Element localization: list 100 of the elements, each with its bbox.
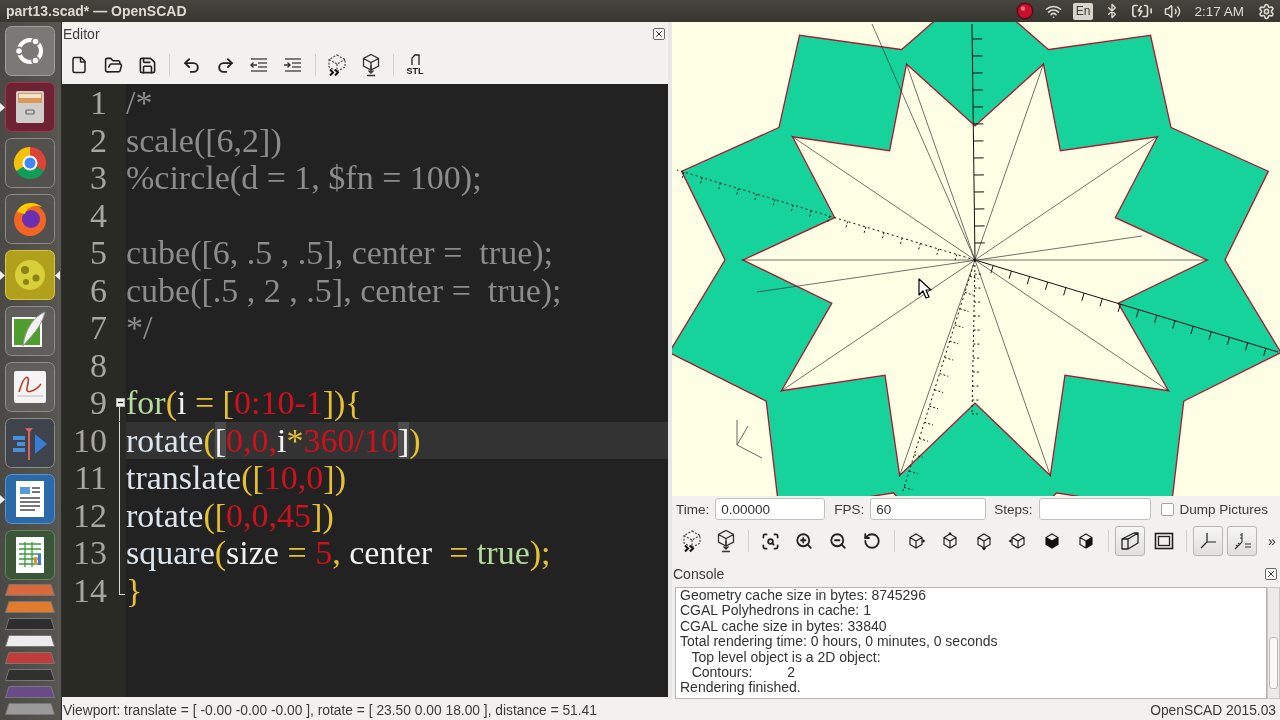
arrows-icon[interactable] <box>5 418 55 468</box>
console-title: Console <box>673 565 725 582</box>
globe-icon[interactable] <box>5 194 55 244</box>
feather-icon[interactable] <box>5 306 55 356</box>
code-line[interactable]: rotate([0,0,45]) <box>126 496 668 534</box>
document-corner-icon <box>409 54 421 66</box>
volume-icon[interactable] <box>1164 2 1182 20</box>
collapsed-launcher-icon[interactable] <box>5 703 55 715</box>
code-line[interactable]: } <box>126 571 668 609</box>
console-line: Contours: 2 <box>690 665 797 681</box>
collapsed-launcher-icon[interactable] <box>5 618 55 630</box>
nested-rectangle-icon <box>1154 532 1174 550</box>
code-line[interactable]: %circle(d = 1, $fn = 100); <box>126 159 668 197</box>
steps-label: Steps: <box>994 501 1033 517</box>
time-field[interactable]: 0.00000 <box>715 498 826 520</box>
line-number: 9 <box>89 384 108 422</box>
time-label: Time: <box>676 501 710 517</box>
line-number: 1 <box>89 84 108 122</box>
close-icon <box>654 29 664 39</box>
spreadsheet-icon[interactable] <box>5 530 55 580</box>
code-line[interactable]: scale([6,2]) <box>126 121 668 159</box>
export-stl-button[interactable]: STL <box>400 50 430 80</box>
console-scrollbar[interactable] <box>1267 587 1280 699</box>
rotate-arrow-icon <box>863 532 881 550</box>
save-icon <box>137 55 157 75</box>
close-button[interactable] <box>1265 567 1277 580</box>
code-line[interactable]: for(i = [0:10-1]){ <box>126 384 668 422</box>
console-line: Geometry cache size in bytes: 8745296 <box>680 588 927 604</box>
cube-arrow-icon <box>715 529 737 553</box>
keyboard-layout-indicator[interactable]: En <box>1072 2 1094 20</box>
close-button[interactable] <box>653 28 665 40</box>
code-editor[interactable] <box>62 84 668 697</box>
line-number: 11 <box>73 459 108 497</box>
line-number: 6 <box>89 271 108 309</box>
document-icon <box>70 56 88 74</box>
console-line: Total rendering time: 0 hours, 0 minutes, 0 seconds <box>680 634 999 650</box>
model-viewport-drawing[interactable] <box>672 22 1280 496</box>
zoom-in-icon <box>795 532 813 550</box>
viewport-status: Viewport: translate = [ -0.00 -0.00 -0.00 ], rotate = [ 23.50 0.00 18.00 ], distance = 51.41 <box>63 702 597 718</box>
gear-icon[interactable] <box>1258 2 1275 20</box>
cube-view-icon <box>940 531 960 551</box>
indent-icon <box>283 57 303 73</box>
ring-logo-icon[interactable] <box>5 26 55 76</box>
fps-field[interactable]: 60 <box>870 498 987 520</box>
toolbar-overflow-button[interactable]: » <box>1265 529 1279 553</box>
line-number: 2 <box>89 121 108 159</box>
cube-arrow-icon <box>360 53 382 77</box>
scale-markers-button[interactable] <box>1227 526 1257 556</box>
code-line[interactable]: translate([10,0]) <box>126 459 668 497</box>
cube-view-icon <box>906 531 926 551</box>
code-line[interactable]: */ <box>126 309 668 347</box>
line-number: 12 <box>72 496 108 534</box>
dashed-cube-icon <box>326 53 348 77</box>
version-label: OpenSCAD 2015.03 <box>1150 702 1276 718</box>
record-dot-icon[interactable] <box>1015 2 1034 20</box>
window-title: part13.scad* — OpenSCAD <box>6 3 187 19</box>
code-line[interactable]: cube([.5 , 2 , .5], center = true); <box>126 271 668 309</box>
axes-indicator-icon <box>736 419 763 459</box>
line-number: 14 <box>72 571 108 609</box>
cube-view-icon <box>1008 531 1028 551</box>
collapsed-launcher-icon[interactable] <box>5 669 55 681</box>
console-line: Top level object is a 2D object: <box>690 649 882 666</box>
text-document-icon[interactable] <box>5 474 55 524</box>
minus-box-icon[interactable] <box>115 398 125 408</box>
cube-view-icon <box>1042 531 1062 551</box>
cube-view-icon <box>974 531 994 551</box>
console-line: CGAL Polyhedrons in cache: 1 <box>680 603 872 619</box>
mouse-pointer-icon <box>918 278 932 299</box>
zoom-out-icon <box>829 532 847 550</box>
code-line[interactable]: /* <box>126 84 668 122</box>
fps-label: FPS: <box>834 501 865 517</box>
unindent-icon <box>249 57 269 73</box>
line-number: 3 <box>89 159 108 197</box>
perspective-box-icon <box>1120 531 1140 551</box>
line-number: 7 <box>89 309 108 347</box>
line-number: 8 <box>89 346 108 384</box>
zoom-fit-icon <box>760 531 780 551</box>
undo-icon <box>181 55 201 75</box>
line-number: 13 <box>72 534 108 572</box>
dump-pictures-checkbox[interactable] <box>1160 502 1174 516</box>
line-number: 5 <box>89 234 108 272</box>
line-number: 4 <box>89 196 108 234</box>
cube-view-icon <box>1076 531 1096 551</box>
dashed-cube-icon <box>681 529 703 553</box>
scaled-axes-icon <box>1232 531 1252 551</box>
file-cabinet-icon[interactable] <box>5 82 55 132</box>
show-axes-button[interactable] <box>1193 526 1223 556</box>
code-line[interactable]: cube([6, .5 , .5], center = true); <box>126 234 668 272</box>
signature-document-icon[interactable] <box>5 362 55 412</box>
scrollbar-thumb[interactable] <box>1269 637 1278 689</box>
perspective-button[interactable] <box>1115 526 1145 556</box>
dump-pictures-label[interactable]: Dump Pictures <box>1179 501 1269 517</box>
collapsed-launcher-icon[interactable] <box>5 601 55 613</box>
collapsed-launcher-icon[interactable] <box>5 635 55 647</box>
folder-icon <box>103 55 123 75</box>
close-icon <box>1266 568 1276 579</box>
steps-field[interactable] <box>1038 498 1151 520</box>
editor-title: Editor <box>63 26 100 42</box>
clock[interactable]: 2:17 AM <box>1194 3 1244 19</box>
code-line[interactable]: square(size = 5, center = true); <box>126 534 668 572</box>
